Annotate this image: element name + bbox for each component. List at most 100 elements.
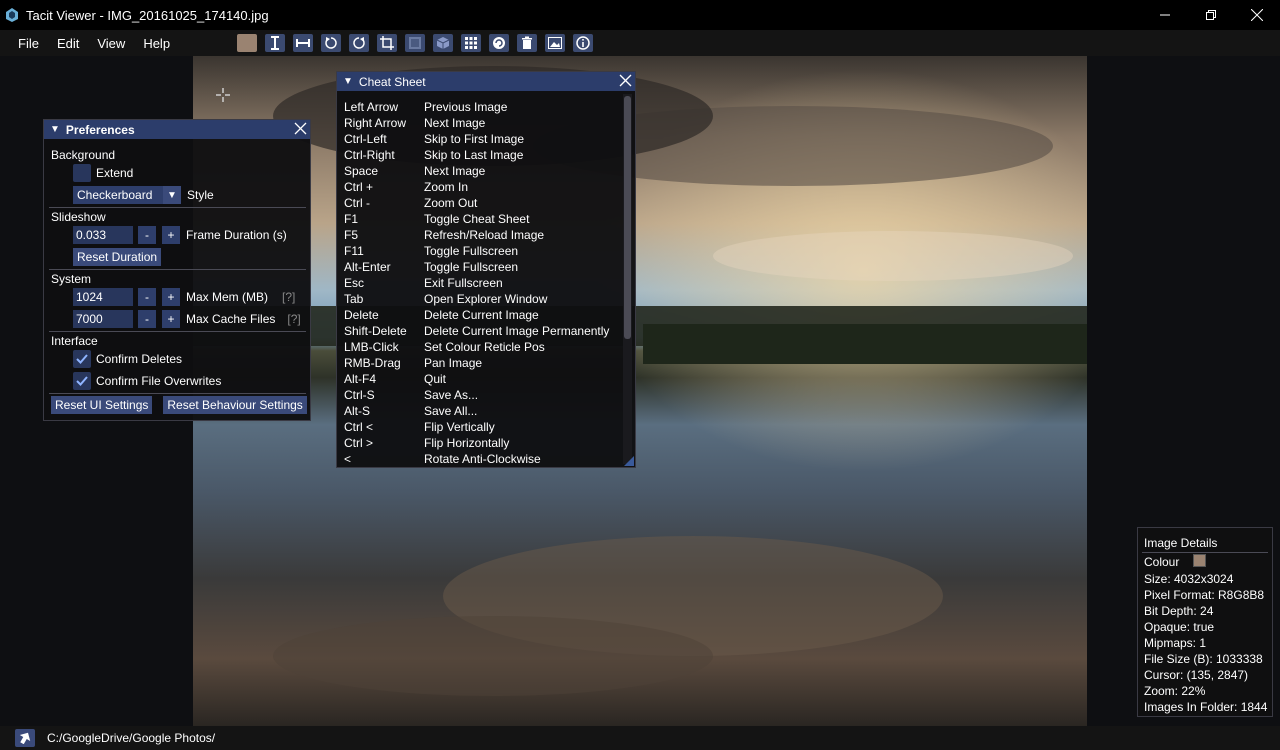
restore-icon [1206,10,1216,20]
shortcut-key: LMB-Click [344,340,399,354]
extend-checkbox[interactable] [73,164,91,182]
frame-duration-plus-button[interactable]: + [162,226,180,244]
frame-duration-input[interactable]: 0.033 [73,226,133,244]
checkmark-icon [76,354,88,364]
image-details-panel: Image Details Colour Size: 4032x3024 Pix… [1137,527,1273,717]
system-section-label: System [51,272,92,286]
rotate-anticlockwise-button[interactable] [321,34,341,52]
max-mem-minus-button[interactable]: - [138,288,156,306]
divider [49,207,306,208]
style-dropdown[interactable]: Checkerboard ▼ [73,186,181,204]
interface-section-label: Interface [51,334,98,348]
shortcut-key: F11 [344,244,364,258]
max-mem-help-marker[interactable]: [?] [282,290,295,304]
confirm-overwrites-checkbox[interactable] [73,372,91,390]
menu-file[interactable]: File [9,36,48,51]
max-cache-row: 7000 - + Max Cache Files [?] [73,310,301,328]
up-directory-button[interactable] [15,729,35,747]
shortcut-action: Skip to Last Image [424,148,524,162]
style-value: Checkerboard [77,188,153,202]
cheat-sheet-row: Delete Delete Current Image [344,308,539,322]
close-button[interactable] [1234,0,1280,30]
tile-button[interactable] [405,34,425,52]
confirm-deletes-label: Confirm Deletes [96,352,183,366]
shortcut-key: Ctrl < [344,420,374,434]
cheat-sheet-row: Space Next Image [344,164,485,178]
fit-height-button[interactable] [265,34,285,52]
rotate-anticlockwise-icon [325,37,337,49]
cheat-sheet-title-bar[interactable]: ▼ Cheat Sheet [337,72,635,91]
max-cache-input[interactable]: 7000 [73,310,133,328]
delete-button[interactable] [517,34,537,52]
shortcut-action: Zoom In [424,180,469,194]
shortcut-action: Delete Current Image [424,308,539,322]
max-cache-label: Max Cache Files [186,312,276,326]
scrollbar-thumb[interactable] [624,96,631,339]
image-view[interactable] [193,56,1087,726]
current-folder-path: C:/GoogleDrive/Google Photos/ [47,731,216,745]
grid-button[interactable] [461,34,481,52]
reset-ui-settings-button[interactable]: Reset UI Settings [51,396,153,414]
menu-edit[interactable]: Edit [48,36,88,51]
close-icon[interactable] [294,122,307,135]
info-button[interactable] [573,34,593,52]
cheat-sheet-row: RMB-Drag Pan Image [344,356,482,370]
cube-button[interactable] [433,34,453,52]
photo-lake-sunset [193,56,1087,726]
shortcut-key: Ctrl - [344,196,370,210]
checkmark-icon [76,376,88,386]
cursor-readout: Cursor: (135, 2847) [1144,668,1249,682]
image-button[interactable] [545,34,565,52]
colour-swatch [1193,554,1206,567]
refresh-button[interactable] [489,34,509,52]
max-cache-plus-button[interactable]: + [162,310,180,328]
cheat-sheet-row: Left Arrow Previous Image [344,100,507,114]
close-icon[interactable] [619,74,632,87]
collapse-icon[interactable]: ▼ [50,124,60,135]
cheat-sheet-list: Left Arrow Previous Image Right Arrow Next … [337,92,623,467]
info-icon [576,36,590,50]
menu-view[interactable]: View [88,36,134,51]
collapse-icon[interactable]: ▼ [343,76,353,87]
shortcut-key: Ctrl > [344,436,374,450]
colour-swatch-button[interactable] [237,34,257,52]
shortcut-action: Pan Image [424,356,483,370]
colour-label: Colour [1144,555,1180,569]
preferences-title-bar[interactable]: ▼ Preferences [44,120,310,139]
menu-bar: File Edit View Help [0,30,1280,56]
mipmaps-readout: Mipmaps: 1 [1144,636,1207,650]
pixel-format-readout: Pixel Format: R8G8B8 [1144,588,1265,602]
cube-icon [436,37,450,49]
crop-icon [380,36,394,50]
crop-button[interactable] [377,34,397,52]
confirm-deletes-row: Confirm Deletes [73,350,182,368]
menu-help[interactable]: Help [134,36,179,51]
fit-width-button[interactable] [293,34,313,52]
preferences-window: ▼ Preferences Background Extend Checkerb… [43,119,311,421]
shortcut-key: Left Arrow [344,100,399,114]
max-cache-minus-button[interactable]: - [138,310,156,328]
shortcut-action: Save As... [424,388,479,402]
cheat-sheet-row: Alt-F4 Quit [344,372,446,386]
reset-duration-button[interactable]: Reset Duration [73,248,162,266]
resize-grip[interactable] [624,456,634,466]
shortcut-action: Exit Fullscreen [424,276,503,290]
confirm-deletes-checkbox[interactable] [73,350,91,368]
cheat-sheet-row: Ctrl-Right Skip to Last Image [344,148,523,162]
reset-behaviour-settings-button[interactable]: Reset Behaviour Settings [163,396,307,414]
bit-depth-readout: Bit Depth: 24 [1144,604,1214,618]
frame-duration-minus-button[interactable]: - [138,226,156,244]
shortcut-key: Ctrl + [344,180,374,194]
max-mem-plus-button[interactable]: + [162,288,180,306]
frame-duration-row: 0.033 - + Frame Duration (s) [73,226,287,244]
rotate-clockwise-icon [353,37,365,49]
max-mem-label: Max Mem (MB) [186,290,268,304]
max-mem-input[interactable]: 1024 [73,288,133,306]
max-cache-help-marker[interactable]: [?] [287,312,300,326]
restore-button[interactable] [1188,0,1234,30]
shortcut-key: Alt-Enter [344,260,391,274]
cheat-sheet-row: Alt-Enter Toggle Fullscreen [344,260,518,274]
rotate-clockwise-button[interactable] [349,34,369,52]
scrollbar[interactable] [623,94,632,464]
minimize-button[interactable] [1142,0,1188,30]
